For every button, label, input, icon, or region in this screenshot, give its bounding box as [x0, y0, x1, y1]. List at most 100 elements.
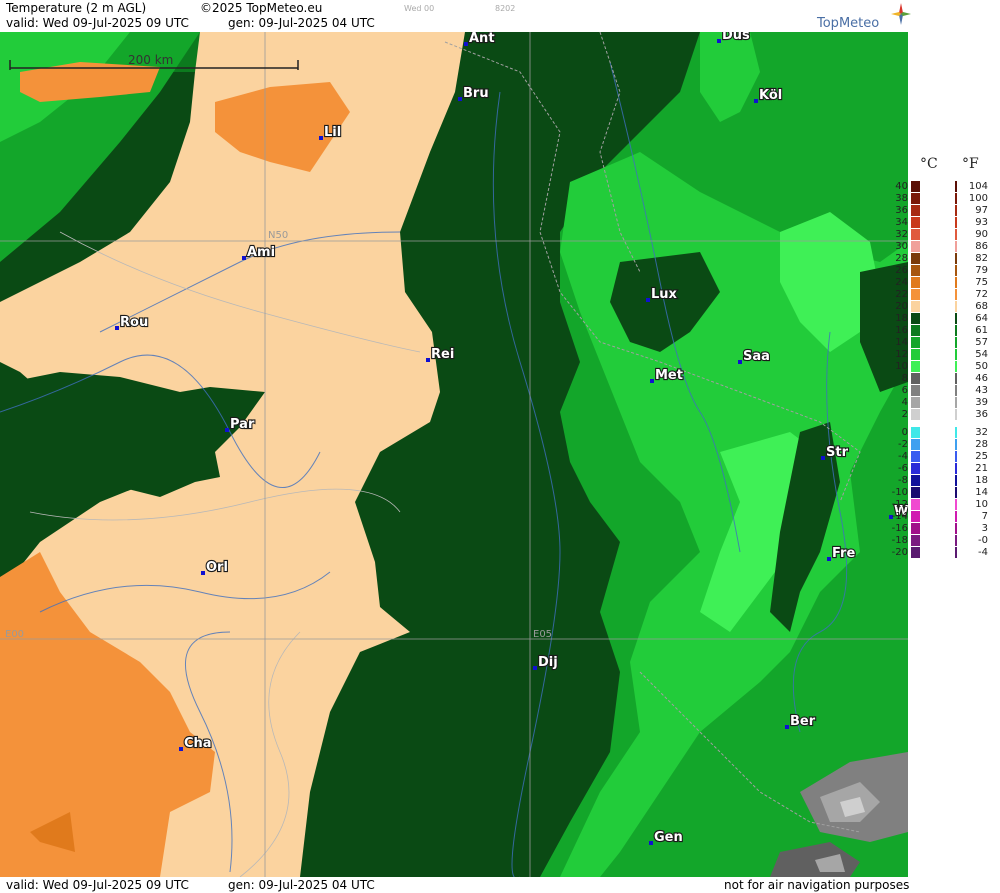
city-marker: Düs — [717, 32, 751, 44]
legend-celsius-value: 12 — [895, 349, 908, 360]
city-label: Bru — [463, 86, 489, 101]
legend-celsius-value: 28 — [895, 253, 908, 264]
legend-row: 4 39 — [0, 397, 1000, 408]
legend-row: 2 36 — [0, 409, 1000, 420]
grid-label-lon-left: E00 — [5, 629, 24, 640]
footer-valid-time: valid: Wed 09-Jul-2025 09 UTC — [6, 878, 189, 892]
city-marker: Ant — [464, 32, 496, 47]
legend-celsius-value: -20 — [891, 547, 908, 558]
city-dot — [533, 666, 537, 670]
legend-swatch-fahrenheit — [955, 289, 957, 300]
legend-swatch-celsius — [911, 193, 920, 204]
legend-fahrenheit-value: 50 — [975, 361, 988, 372]
legend-swatch-celsius — [911, 373, 920, 384]
legend-fahrenheit-value: 14 — [975, 487, 988, 498]
legend-swatch-fahrenheit — [955, 277, 957, 288]
legend-row: 34 93 — [0, 217, 1000, 228]
scale-label: 200 km — [128, 53, 173, 67]
model-run-label: Wed 00 — [404, 4, 435, 13]
legend-swatch-fahrenheit — [955, 463, 957, 474]
legend-swatch-celsius — [911, 409, 920, 420]
legend-celsius-value: -12 — [891, 499, 908, 510]
legend-swatch-fahrenheit — [955, 535, 957, 546]
city-label: Köl — [759, 88, 782, 103]
legend-row: 32 90 — [0, 229, 1000, 240]
legend-fahrenheit-value: 25 — [975, 451, 988, 462]
city-dot — [717, 39, 721, 43]
legend-swatch-celsius — [911, 511, 920, 522]
legend-swatch-fahrenheit — [955, 427, 957, 438]
legend-swatch-celsius — [911, 397, 920, 408]
legend-swatch-celsius — [911, 547, 920, 558]
legend-row: 22 72 — [0, 289, 1000, 300]
city-marker: Köl — [754, 87, 783, 104]
legend-swatch-celsius — [911, 325, 920, 336]
city-marker: Gen — [649, 829, 684, 846]
legend-swatch-celsius — [911, 217, 920, 228]
legend-row: 18 64 — [0, 313, 1000, 324]
legend-swatch-celsius — [911, 361, 920, 372]
legend-fahrenheit-value: 72 — [975, 289, 988, 300]
legend-celsius-value: 14 — [895, 337, 908, 348]
product-code-label: 8202 — [495, 4, 516, 13]
legend-celsius-value: 20 — [895, 301, 908, 312]
legend-swatch-celsius — [911, 265, 920, 276]
legend-swatch-fahrenheit — [955, 475, 957, 486]
legend-row: 40 104 — [0, 181, 1000, 192]
legend-celsius-value: 24 — [895, 277, 908, 288]
legend-swatch-fahrenheit — [955, 181, 957, 192]
city-marker: Cha — [179, 735, 213, 752]
legend-swatch-celsius — [911, 229, 920, 240]
legend-swatch-celsius — [911, 535, 920, 546]
legend-swatch-fahrenheit — [955, 337, 957, 348]
city-label: Orl — [206, 560, 228, 575]
legend-swatch-celsius — [911, 499, 920, 510]
legend-celsius-value: -4 — [898, 451, 908, 462]
legend-row: -18 -0 — [0, 535, 1000, 546]
legend-swatch-celsius — [911, 181, 920, 192]
legend-celsius-value: 6 — [901, 385, 908, 396]
legend-swatch-celsius — [911, 253, 920, 264]
legend-fahrenheit-value: 79 — [975, 265, 988, 276]
legend-swatch-fahrenheit — [955, 205, 957, 216]
legend-row: -8 18 — [0, 475, 1000, 486]
footer-bar: valid: Wed 09-Jul-2025 09 UTC gen: 09-Ju… — [0, 877, 1000, 893]
legend-swatch-fahrenheit — [955, 499, 957, 510]
legend-celsius-value: 32 — [895, 229, 908, 240]
city-dot — [201, 571, 205, 575]
legend-swatch-fahrenheit — [955, 241, 957, 252]
legend-fahrenheit-value: 7 — [981, 511, 988, 522]
legend-swatch-celsius — [911, 385, 920, 396]
city-dot — [754, 99, 758, 103]
city-label: Düs — [722, 32, 750, 43]
legend-swatch-celsius — [911, 301, 920, 312]
legend-row: -4 25 — [0, 451, 1000, 462]
legend-fahrenheit-value: 3 — [981, 523, 988, 534]
legend-fahrenheit-value: 82 — [975, 253, 988, 264]
legend-swatch-fahrenheit — [955, 385, 957, 396]
legend-celsius-value: -16 — [891, 523, 908, 534]
legend-fahrenheit-value: 68 — [975, 301, 988, 312]
city-label: Gen — [654, 830, 683, 845]
legend-fahrenheit-value: 97 — [975, 205, 988, 216]
legend-celsius-value: 0 — [901, 427, 908, 438]
legend-row: 8 46 — [0, 373, 1000, 384]
legend-fahrenheit-value: 39 — [975, 397, 988, 408]
legend-swatch-fahrenheit — [955, 451, 957, 462]
legend-swatch-fahrenheit — [955, 361, 957, 372]
legend-celsius-value: 22 — [895, 289, 908, 300]
legend-row: -10 14 — [0, 487, 1000, 498]
legend-swatch-celsius — [911, 523, 920, 534]
legend-swatch-fahrenheit — [955, 487, 957, 498]
legend-celsius-value: 16 — [895, 325, 908, 336]
legend-fahrenheit-value: 54 — [975, 349, 988, 360]
legend-fahrenheit-value: 61 — [975, 325, 988, 336]
legend-swatch-fahrenheit — [955, 325, 957, 336]
legend-swatch-fahrenheit — [955, 193, 957, 204]
legend-swatch-celsius — [911, 463, 920, 474]
legend-swatch-fahrenheit — [955, 373, 957, 384]
legend-swatch-fahrenheit — [955, 547, 957, 558]
legend-row: 30 86 — [0, 241, 1000, 252]
legend-fahrenheit-value: 93 — [975, 217, 988, 228]
legend-swatch-celsius — [911, 205, 920, 216]
